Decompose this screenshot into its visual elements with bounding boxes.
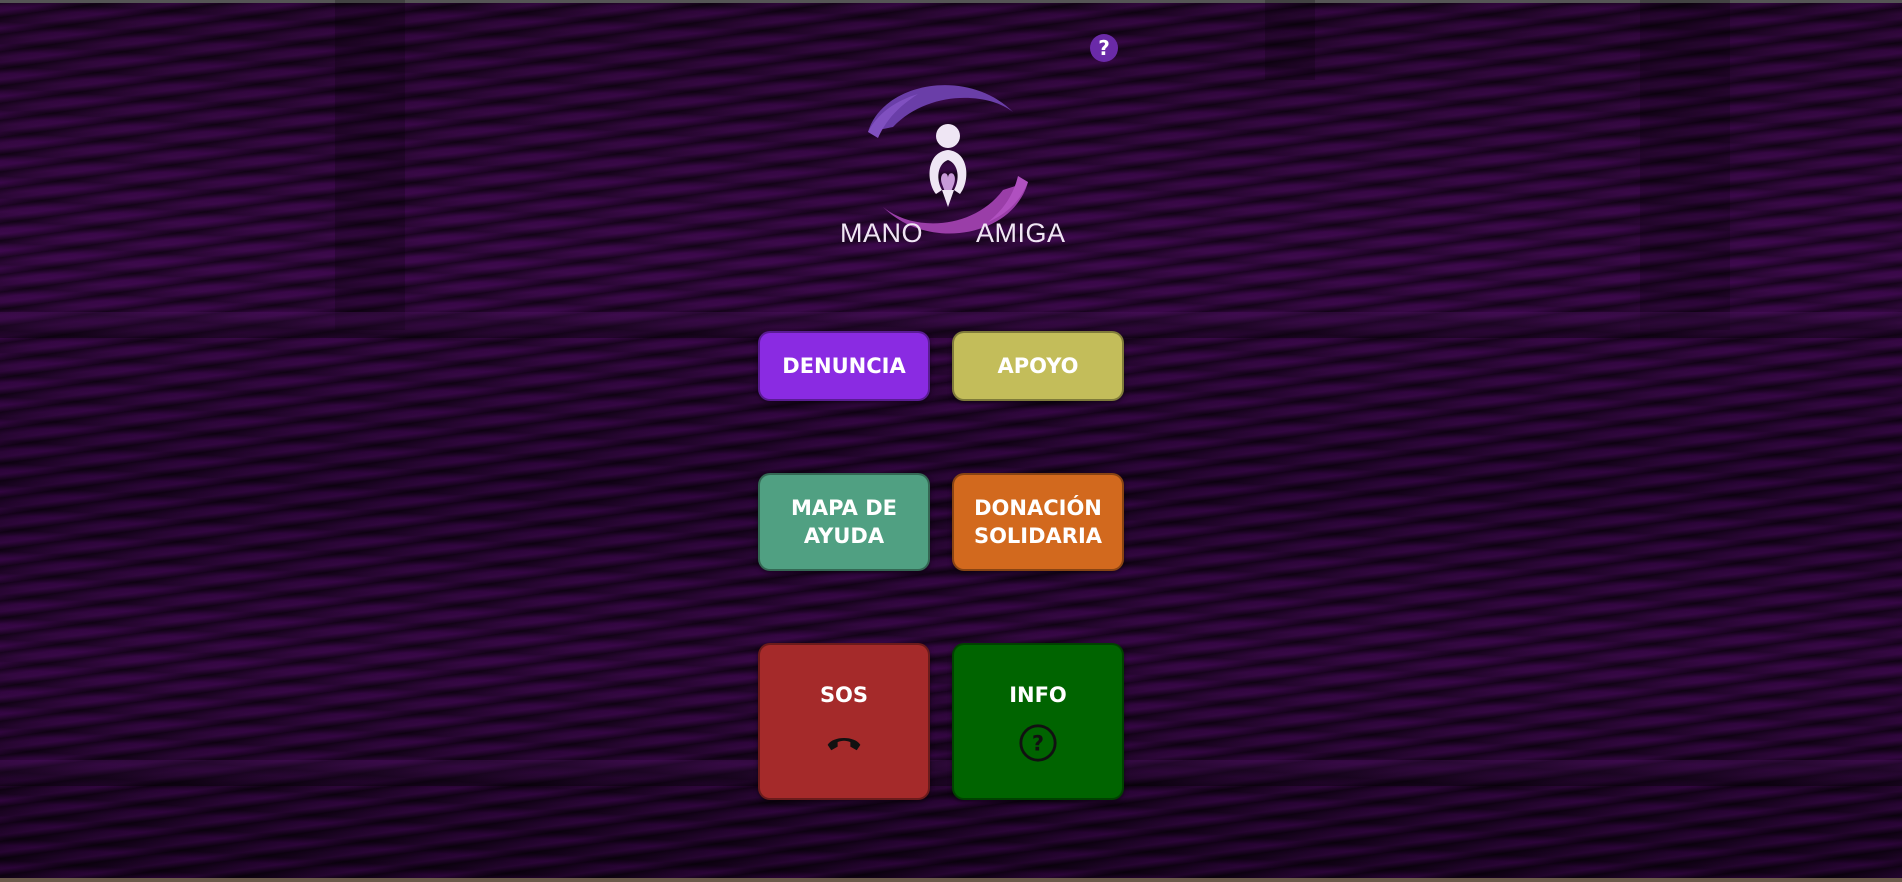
apoyo-button[interactable]: APOYO	[952, 331, 1124, 401]
mano-amiga-logo: MANO AMIGA	[838, 72, 1065, 248]
logo-text-right: AMIGA	[976, 218, 1066, 248]
help-label: ?	[1098, 36, 1110, 60]
sos-button[interactable]: SOS	[758, 643, 930, 800]
denuncia-label: DENUNCIA	[782, 354, 906, 378]
donacion-solidaria-button[interactable]: DONACIÓN SOLIDARIA	[952, 473, 1124, 571]
background-post	[1640, 0, 1730, 330]
top-border	[0, 0, 1902, 3]
donacion-solidaria-label-line2: SOLIDARIA	[973, 524, 1103, 548]
denuncia-button[interactable]: DENUNCIA	[758, 331, 930, 401]
sos-label: SOS	[819, 682, 869, 707]
apoyo-label: APOYO	[997, 354, 1079, 378]
background-ledge	[0, 312, 1902, 338]
bottom-border	[0, 878, 1902, 882]
svg-text:?: ?	[1032, 731, 1044, 755]
mapa-de-ayuda-label-line1: MAPA DE	[791, 496, 897, 520]
background-post	[1265, 0, 1315, 80]
logo-text-left: MANO	[840, 218, 923, 248]
background-post	[335, 0, 405, 330]
help-button[interactable]: ?	[1090, 34, 1118, 62]
donacion-solidaria-label-line1: DONACIÓN	[974, 496, 1102, 520]
info-label: INFO	[1009, 682, 1067, 707]
phone-hangup-icon	[824, 723, 864, 763]
info-button[interactable]: INFO ?	[952, 643, 1124, 800]
question-circle-icon: ?	[1018, 723, 1058, 763]
mapa-de-ayuda-label-line2: AYUDA	[803, 524, 885, 548]
background-ledge	[0, 760, 1902, 786]
mapa-de-ayuda-button[interactable]: MAPA DE AYUDA	[758, 473, 930, 571]
